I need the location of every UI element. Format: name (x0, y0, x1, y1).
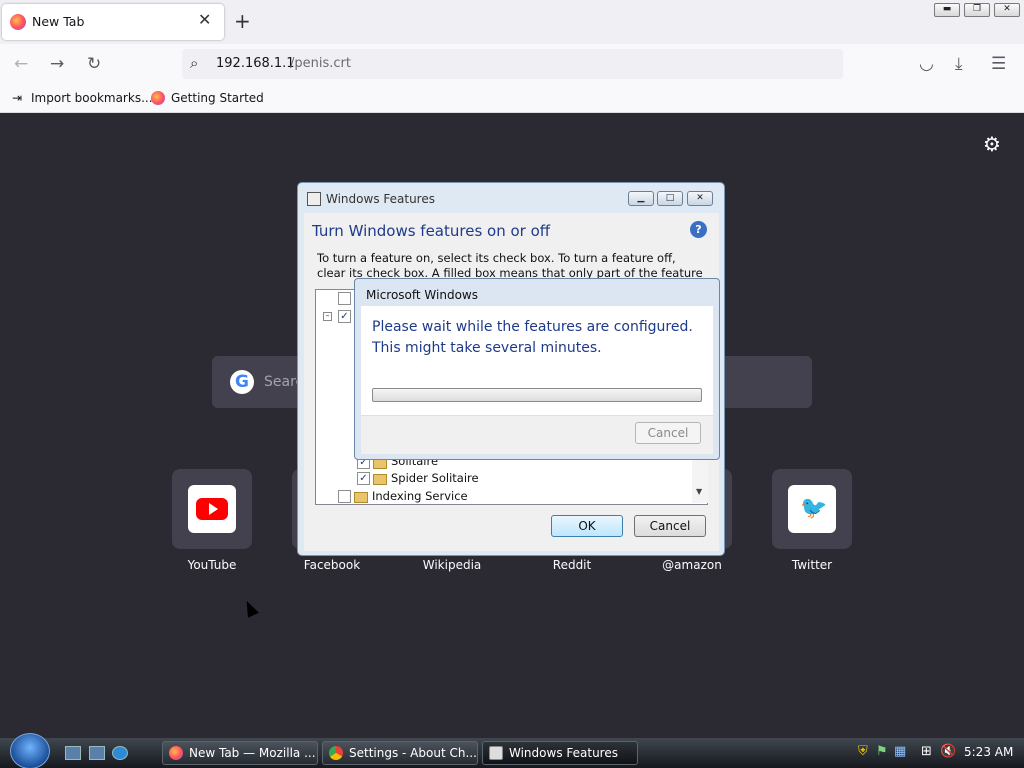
internet-explorer-icon[interactable] (112, 746, 128, 760)
clock[interactable]: 5:23 AM (964, 745, 1013, 759)
switch-windows-icon[interactable] (89, 746, 105, 760)
search-icon: ⌕ (190, 54, 199, 72)
taskbar: New Tab — Mozilla ... Settings - About C… (0, 733, 1024, 768)
windows-features-icon (489, 746, 503, 760)
feature-checkbox[interactable] (338, 490, 351, 503)
taskbar-item-label: Settings - About Ch... (349, 746, 477, 760)
volume-muted-icon[interactable]: 🔇 (940, 744, 956, 759)
scroll-down-icon[interactable]: ▼ (696, 487, 702, 496)
progress-message: Please wait while the features are confi… (372, 317, 693, 359)
tile-label-youtube: YouTube (187, 558, 237, 572)
tree-item-label: Indexing Service (372, 489, 468, 503)
start-button[interactable] (10, 733, 50, 768)
network-icon[interactable]: ⊞ (921, 744, 932, 759)
import-icon: ⇥ (12, 91, 23, 105)
new-tab-button[interactable]: + (234, 9, 251, 33)
tile-label-facebook: Facebook (303, 558, 361, 572)
tile-youtube[interactable] (172, 469, 252, 549)
close-window-button[interactable]: ✕ (994, 3, 1020, 17)
feature-checkbox[interactable] (338, 292, 351, 305)
bookmark-getting-started[interactable]: Getting Started (171, 91, 264, 105)
progress-message-line1: Please wait while the features are confi… (372, 319, 693, 335)
tab-new-tab[interactable]: New Tab ✕ (2, 4, 224, 40)
gear-icon[interactable]: ⚙ (983, 132, 1001, 156)
cancel-button[interactable]: Cancel (634, 515, 706, 537)
progress-bar (372, 388, 702, 402)
taskbar-item-firefox[interactable]: New Tab — Mozilla ... (162, 741, 318, 765)
security-shield-icon[interactable]: ⛨ (858, 744, 868, 759)
menu-icon[interactable]: ☰ (991, 54, 1006, 74)
tab-title: New Tab (32, 14, 85, 29)
tab-strip: New Tab ✕ + ▬ ❐ ✕ (0, 0, 1024, 44)
pocket-icon[interactable]: ◡ (919, 54, 934, 74)
tile-twitter[interactable]: 🐦 (772, 469, 852, 549)
tile-label-wikipedia: Wikipedia (422, 558, 482, 572)
folder-icon (354, 492, 368, 503)
progress-message-line2: This might take several minutes. (372, 340, 602, 356)
mouse-cursor-icon (241, 598, 259, 618)
taskbar-item-label: Windows Features (509, 746, 618, 760)
feature-checkbox[interactable]: ✓ (357, 472, 370, 485)
close-dialog-button[interactable]: ✕ (687, 191, 713, 206)
taskbar-item-chrome[interactable]: Settings - About Ch... (322, 741, 478, 765)
folder-icon (373, 474, 387, 485)
progress-cancel-button: Cancel (635, 422, 701, 444)
progress-dialog-title: Microsoft Windows (366, 288, 478, 302)
feature-checkbox[interactable]: ✓ (338, 310, 351, 323)
minimize-button[interactable]: ▬ (934, 3, 960, 17)
tree-item-label: Spider Solitaire (391, 471, 479, 485)
chrome-icon (329, 746, 343, 760)
downloads-icon[interactable]: ⤓ (955, 54, 963, 74)
taskbar-item-windows-features[interactable]: Windows Features (482, 741, 638, 765)
tile-label-amazon: @amazon (662, 558, 722, 572)
dialog-description: To turn a feature on, select its check b… (317, 251, 703, 279)
bookmark-import[interactable]: Import bookmarks... (31, 91, 153, 105)
tile-label-twitter: Twitter (791, 558, 833, 572)
url-host: 192.168.1.1 (216, 56, 295, 71)
google-icon: G (230, 370, 254, 394)
back-icon[interactable]: ← (14, 54, 28, 74)
firefox-icon (151, 91, 165, 105)
firefox-icon (10, 14, 26, 30)
maximize-button[interactable]: □ (657, 191, 683, 206)
youtube-icon (188, 485, 236, 533)
forward-icon[interactable]: → (50, 54, 64, 74)
url-bar[interactable]: ⌕ 192.168.1.1 /penis.crt (182, 49, 843, 79)
flag-icon[interactable]: ⚑ (876, 744, 888, 759)
restore-button[interactable]: ❐ (964, 3, 990, 17)
ok-button[interactable]: OK (551, 515, 623, 537)
show-desktop-icon[interactable] (65, 746, 81, 760)
help-icon[interactable]: ? (690, 221, 707, 238)
collapse-icon[interactable]: – (323, 312, 332, 321)
progress-dialog: Microsoft Windows Please wait while the … (354, 278, 720, 460)
firefox-icon (169, 746, 183, 760)
windows-features-icon (307, 192, 321, 206)
updates-icon[interactable]: ▦ (894, 744, 906, 759)
dialog-heading: Turn Windows features on or off (312, 222, 551, 240)
minimize-button[interactable]: ▁ (628, 191, 654, 206)
url-path: /penis.crt (290, 56, 351, 71)
bookmarks-bar: ⇥ Import bookmarks... Getting Started (0, 84, 1024, 113)
tile-label-reddit: Reddit (552, 558, 592, 572)
close-tab-icon[interactable]: ✕ (198, 10, 211, 29)
reload-icon[interactable]: ↻ (87, 54, 101, 74)
nav-bar: ← → ↻ ⌕ 192.168.1.1 /penis.crt ◡ ⤓ ☰ (0, 44, 1024, 84)
taskbar-item-label: New Tab — Mozilla ... (189, 746, 316, 760)
dialog-title: Windows Features (326, 192, 435, 206)
twitter-icon: 🐦 (788, 485, 836, 533)
